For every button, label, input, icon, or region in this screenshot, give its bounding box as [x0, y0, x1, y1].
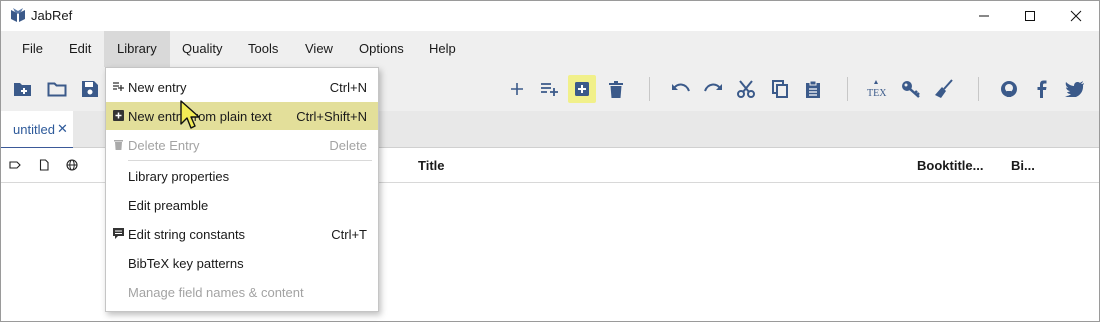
add-icon	[511, 83, 523, 95]
menu-item-delete-entry[interactable]: Delete Entry Delete	[106, 131, 378, 159]
key-icon	[902, 81, 920, 98]
new-entry-button[interactable]	[568, 75, 596, 103]
jabref-window: JabRef File Edit Library Quality Tools V…	[0, 0, 1100, 322]
facebook-icon	[1037, 80, 1047, 98]
save-icon	[82, 81, 98, 97]
menu-item-label: Edit preamble	[128, 198, 209, 213]
column-header-title[interactable]: Title	[418, 158, 445, 173]
toolbar-separator	[978, 77, 979, 101]
github-icon	[1001, 81, 1017, 97]
new-library-icon	[14, 83, 31, 96]
menu-tools[interactable]: Tools	[235, 31, 291, 67]
tab-close-icon[interactable]: ✕	[57, 121, 68, 137]
toolbar-separator	[649, 77, 650, 101]
close-button[interactable]	[1053, 1, 1099, 31]
new-entry-icon	[113, 82, 124, 91]
new-library-button[interactable]	[9, 75, 37, 103]
cut-icon	[737, 80, 755, 98]
add-list-icon	[541, 83, 558, 96]
column-header-bibtexkey[interactable]: Bi...	[1011, 158, 1035, 173]
paste-button[interactable]	[799, 75, 827, 103]
menu-quality[interactable]: Quality	[169, 31, 235, 67]
add-list-button[interactable]	[535, 75, 563, 103]
facebook-button[interactable]	[1028, 75, 1056, 103]
paste-icon	[806, 80, 820, 98]
menu-item-manage-field-names[interactable]: Manage field names & content	[106, 278, 378, 306]
svg-text:TEX: TEX	[867, 88, 887, 99]
push-to-tex-button[interactable]: TEX	[863, 75, 891, 103]
twitter-icon	[1065, 81, 1084, 97]
tag-column-icon[interactable]	[9, 159, 21, 171]
twitter-button[interactable]	[1061, 75, 1089, 103]
menu-item-label: New entry	[128, 80, 187, 95]
open-folder-icon	[47, 82, 67, 97]
cleanup-button[interactable]	[930, 75, 958, 103]
string-constants-icon	[113, 228, 124, 239]
window-title: JabRef	[31, 8, 73, 23]
undo-icon	[672, 83, 690, 92]
toolbar-separator	[847, 77, 848, 101]
github-button[interactable]	[995, 75, 1023, 103]
maximize-button[interactable]	[1007, 1, 1053, 31]
menu-item-edit-string-constants[interactable]: Edit string constants Ctrl+T	[106, 220, 378, 248]
add-button[interactable]	[503, 75, 531, 103]
redo-button[interactable]	[699, 75, 727, 103]
save-button[interactable]	[76, 75, 104, 103]
broom-icon	[935, 79, 953, 98]
minimize-icon	[979, 15, 989, 17]
menu-item-edit-preamble[interactable]: Edit preamble	[106, 191, 378, 219]
maximize-icon	[1025, 11, 1035, 21]
copy-icon	[772, 80, 788, 98]
jabref-logo-icon	[11, 8, 25, 22]
redo-icon	[704, 83, 722, 92]
plain-text-entry-icon	[113, 110, 124, 121]
delete-icon	[609, 80, 623, 98]
menu-item-label: Manage field names & content	[128, 285, 304, 300]
menu-item-new-entry-from-plain-text[interactable]: New entry from plain text Ctrl+Shift+N	[106, 102, 378, 130]
menu-item-library-properties[interactable]: Library properties	[106, 162, 378, 190]
menu-item-shortcut: Ctrl+N	[329, 80, 367, 95]
close-icon	[1070, 10, 1082, 22]
menu-item-label: Delete Entry	[128, 138, 200, 153]
undo-button[interactable]	[667, 75, 695, 103]
tex-icon: TEX	[867, 80, 887, 99]
open-library-button[interactable]	[43, 75, 71, 103]
column-header-booktitle[interactable]: Booktitle...	[917, 158, 983, 173]
mouse-cursor-icon	[180, 100, 200, 129]
new-entry-icon	[575, 82, 589, 96]
minimize-button[interactable]	[961, 1, 1007, 31]
file-column-icon[interactable]	[38, 159, 50, 171]
key-button[interactable]	[897, 75, 925, 103]
menu-edit[interactable]: Edit	[56, 31, 104, 67]
menu-library[interactable]: Library	[104, 31, 170, 67]
cut-button[interactable]	[732, 75, 760, 103]
copy-button[interactable]	[766, 75, 794, 103]
menu-separator	[128, 160, 372, 161]
menu-item-label: Library properties	[128, 169, 230, 184]
menu-item-shortcut: Delete	[329, 138, 367, 153]
menu-help[interactable]: Help	[416, 31, 469, 67]
menu-item-shortcut: Ctrl+T	[331, 227, 367, 242]
title-bar: JabRef	[1, 1, 1099, 31]
tab-label: untitled	[13, 122, 55, 137]
menu-item-label: Edit string constants	[128, 227, 246, 242]
menu-bar: File Edit Library Quality Tools View Opt…	[1, 31, 1099, 67]
url-column-icon[interactable]	[66, 159, 78, 171]
menu-item-label: BibTeX key patterns	[128, 256, 244, 271]
delete-entry-button[interactable]	[602, 75, 630, 103]
menu-item-shortcut: Ctrl+Shift+N	[296, 109, 367, 124]
menu-item-new-entry[interactable]: New entry Ctrl+N	[106, 73, 378, 101]
menu-file[interactable]: File	[9, 31, 56, 67]
menu-view[interactable]: View	[292, 31, 346, 67]
menu-item-bibtex-key-patterns[interactable]: BibTeX key patterns	[106, 249, 378, 277]
menu-options[interactable]: Options	[346, 31, 417, 67]
tab-untitled[interactable]: untitled ✕	[1, 111, 73, 149]
trash-icon	[114, 140, 123, 150]
library-menu-dropdown: New entry Ctrl+N New entry from plain te…	[105, 67, 379, 312]
